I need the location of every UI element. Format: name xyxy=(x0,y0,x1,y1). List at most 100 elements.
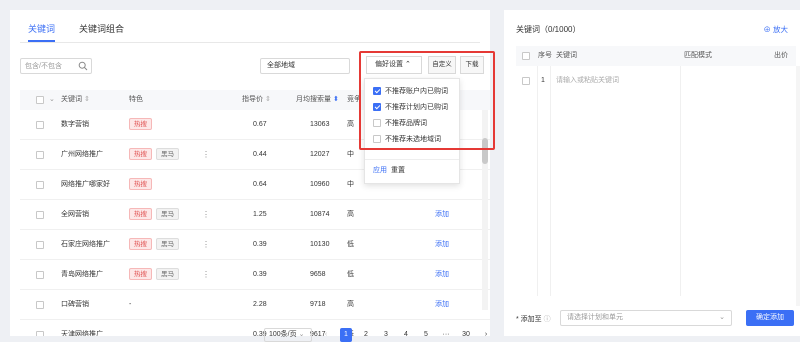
row-checkbox[interactable] xyxy=(36,301,44,309)
page-30[interactable]: 30 xyxy=(460,328,472,342)
header-search-volume[interactable]: 月均搜索量 ⬍ xyxy=(296,90,339,110)
row-index: 0.39 xyxy=(253,271,267,278)
add-link[interactable]: 添加 xyxy=(435,260,449,290)
row-keyword: 口碑营销 xyxy=(61,301,89,308)
row-competition: 低 xyxy=(347,271,354,278)
header-bid: 出价 xyxy=(774,52,788,59)
table-row: 口碑营销 - 2.28 9718 高 添加 xyxy=(20,290,490,320)
row-feature: 热搜 黑马 xyxy=(129,230,183,260)
column-divider xyxy=(550,66,551,296)
row-keyword: 青岛网络推广 xyxy=(61,271,103,278)
row-search: 9718 xyxy=(310,301,326,308)
column-divider xyxy=(537,66,538,296)
row-feature: 热搜 黑马 xyxy=(129,140,183,170)
row-feature: 热搜 黑马 xyxy=(129,260,183,290)
chevron-down-icon: ⌄ xyxy=(719,314,725,321)
more-icon[interactable]: ⋮ xyxy=(202,140,210,170)
feature-tag: 黑马 xyxy=(156,148,179,161)
dropdown-divider xyxy=(365,159,459,160)
add-link[interactable]: 添加 xyxy=(435,230,449,260)
row-feature: 热搜 黑马 xyxy=(129,200,183,230)
add-link[interactable]: 添加 xyxy=(435,290,449,320)
more-icon[interactable]: ⋮ xyxy=(202,260,210,290)
row-checkbox[interactable] xyxy=(36,331,44,336)
confirm-add-button[interactable]: 确定添加 xyxy=(746,310,794,326)
row-keyword: 数字营销 xyxy=(61,121,89,128)
row-competition: 低 xyxy=(347,241,354,248)
row-search: 10130 xyxy=(310,241,330,248)
keyword-input-row: 1 请输入或粘贴关键词 xyxy=(516,72,796,90)
tab-keyword[interactable]: 关键词 xyxy=(28,18,56,42)
page-ellipsis[interactable]: ··· xyxy=(440,328,452,342)
page-5[interactable]: 5 xyxy=(420,328,432,342)
row-checkbox[interactable] xyxy=(36,121,44,129)
feature-tag: 热搜 xyxy=(129,208,152,221)
tab-bar: 关键词 关键词组合 xyxy=(28,18,124,42)
add-link[interactable]: 添加 xyxy=(435,200,449,230)
feature-tag: 热搜 xyxy=(129,148,152,161)
page-3[interactable]: 3 xyxy=(380,328,392,342)
row-search: 13063 xyxy=(310,121,330,128)
header-index[interactable]: 指导价 ⇕ xyxy=(242,90,271,110)
prev-page-icon[interactable]: ‹ xyxy=(320,328,332,342)
keyword-textarea[interactable]: 请输入或粘贴关键词 xyxy=(556,72,619,90)
row-checkbox[interactable] xyxy=(36,241,44,249)
more-icon[interactable]: ⋮ xyxy=(202,230,210,260)
row-checkbox[interactable] xyxy=(36,181,44,189)
row-index: 2.28 xyxy=(253,301,267,308)
row-competition: 中 xyxy=(347,181,354,188)
region-value: 全部地域 xyxy=(267,62,295,69)
row-checkbox[interactable] xyxy=(36,211,44,219)
feature-tag: 黑马 xyxy=(156,238,179,251)
table-row: 石家庄网络推广 热搜 黑马 ⋮ 0.39 10130 低 添加 xyxy=(20,230,490,260)
row-search: 9658 xyxy=(310,271,326,278)
row-checkbox[interactable] xyxy=(36,271,44,279)
add-to-label: * 添加至 ⓘ xyxy=(516,316,551,323)
reset-button[interactable]: 重置 xyxy=(391,165,405,175)
more-icon[interactable]: ⋮ xyxy=(202,200,210,230)
header-keyword: 关键词 xyxy=(556,52,577,59)
selected-keywords-title: 关键词（0/1000） xyxy=(516,25,581,34)
feature-tag: 黑马 xyxy=(156,208,179,221)
row-index: 0.67 xyxy=(253,121,267,128)
row-checkbox[interactable] xyxy=(36,151,44,159)
row-keyword: 天津网络推广 xyxy=(61,331,103,336)
row-keyword: 网络推广哪家好 xyxy=(61,181,110,188)
help-icon: ⓘ xyxy=(543,316,551,323)
tab-keyword-combination[interactable]: 关键词组合 xyxy=(79,18,124,40)
region-select[interactable]: 全部地域 xyxy=(260,58,350,74)
header-keyword[interactable]: 关键词 ⇕ xyxy=(61,90,90,110)
row-feature: - xyxy=(129,290,131,320)
feature-tag: 热搜 xyxy=(129,268,152,281)
search-icon[interactable] xyxy=(78,61,88,71)
highlight-annotation xyxy=(359,51,495,150)
expand-chevron-icon[interactable]: ⌄ xyxy=(49,90,55,110)
page-1[interactable]: 1 xyxy=(340,328,352,342)
row-index: 1.25 xyxy=(253,211,267,218)
apply-button[interactable]: 应用 xyxy=(373,165,387,175)
select-all-checkbox[interactable] xyxy=(522,52,530,60)
filter-search-input[interactable]: 包含/不包含 xyxy=(20,58,92,74)
right-scrollbar[interactable] xyxy=(796,66,800,306)
page-size-select[interactable]: 100条/页 ⌄ xyxy=(264,328,312,342)
row-search: 12027 xyxy=(310,151,330,158)
select-all-checkbox[interactable] xyxy=(36,96,44,104)
page-2[interactable]: 2 xyxy=(360,328,372,342)
header-feature: 特色 xyxy=(129,96,143,103)
selected-table-header: 序号 关键词 匹配模式 出价 xyxy=(516,46,796,66)
next-page-icon[interactable]: › xyxy=(480,328,492,342)
row-checkbox[interactable] xyxy=(522,77,530,85)
header-match-mode: 匹配模式 xyxy=(684,52,712,59)
table-row: 青岛网络推广 热搜 黑马 ⋮ 0.39 9658 低 添加 xyxy=(20,260,490,290)
zoom-button[interactable]: ⊕ 放大 xyxy=(763,24,788,35)
plan-unit-select[interactable]: 请选择计划和单元 ⌄ xyxy=(560,310,732,326)
table-row: 全网营销 热搜 黑马 ⋮ 1.25 10874 高 添加 xyxy=(20,200,490,230)
feature-tag: 热搜 xyxy=(129,238,152,251)
row-index: 1 xyxy=(541,77,545,84)
feature-empty: - xyxy=(129,301,132,308)
row-competition: 高 xyxy=(347,211,354,218)
page-4[interactable]: 4 xyxy=(400,328,412,342)
row-feature: 热搜 xyxy=(129,110,156,140)
selected-keyword-panel: 关键词（0/1000） ⊕ 放大 序号 关键词 匹配模式 出价 1 请输入或粘贴… xyxy=(504,10,800,336)
row-keyword: 石家庄网络推广 xyxy=(61,241,110,248)
